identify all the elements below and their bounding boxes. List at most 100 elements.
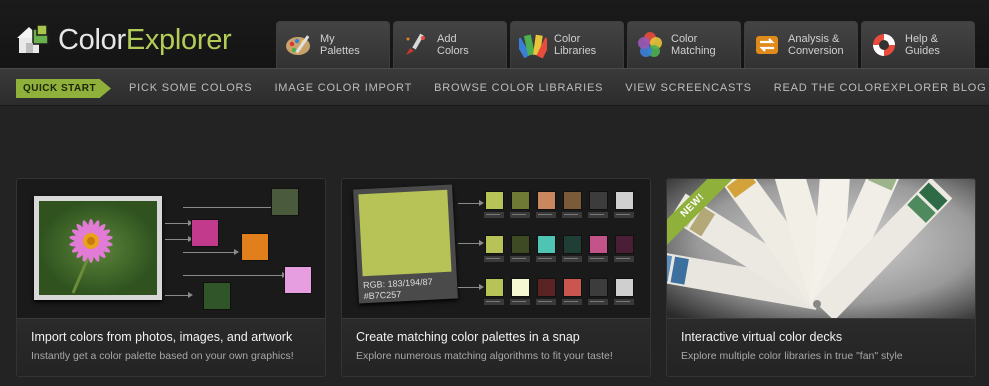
tab-label: Help & Guides bbox=[905, 33, 940, 57]
app-title: ColorExplorer bbox=[58, 23, 232, 57]
palette-chip bbox=[537, 235, 556, 254]
palette-chip-caption bbox=[614, 212, 634, 218]
card-caption: Create matching color palettes in a snap… bbox=[342, 318, 650, 376]
arrow bbox=[458, 240, 484, 246]
palette-chip-caption bbox=[614, 299, 634, 305]
color-swatch bbox=[191, 219, 219, 247]
main-tabs: My Palettes Add Colors Color Libraries C… bbox=[276, 21, 975, 68]
tab-help-guides[interactable]: Help & Guides bbox=[861, 21, 975, 68]
palette-chip-caption bbox=[484, 299, 504, 305]
card-subtitle: Explore numerous matching algorithms to … bbox=[356, 350, 613, 362]
lifebuoy-icon bbox=[870, 31, 898, 59]
link-browse-color-libraries[interactable]: BROWSE COLOR LIBRARIES bbox=[434, 82, 603, 94]
palette-chip bbox=[615, 278, 634, 297]
tab-color-matching[interactable]: Color Matching bbox=[627, 21, 741, 68]
link-pick-some-colors[interactable]: PICK SOME COLORS bbox=[129, 82, 252, 94]
feature-card-matching[interactable]: RGB: 183/194/87 #B7C257 Create matching … bbox=[341, 178, 651, 377]
palette-icon bbox=[285, 31, 313, 59]
palette-chip bbox=[563, 278, 582, 297]
palette-chip-caption bbox=[484, 256, 504, 262]
palette-chip-caption bbox=[562, 256, 582, 262]
arrow bbox=[458, 284, 484, 290]
palette-chip-caption bbox=[562, 212, 582, 218]
palette-chip-caption bbox=[510, 299, 530, 305]
import-illustration bbox=[17, 179, 325, 318]
color-swatch bbox=[241, 233, 269, 261]
tab-analysis-conversion[interactable]: Analysis & Conversion bbox=[744, 21, 858, 68]
subnav-links: PICK SOME COLORS IMAGE COLOR IMPORT BROW… bbox=[129, 82, 987, 94]
card-caption: Interactive virtual color decks Explore … bbox=[667, 318, 975, 376]
card-caption: Import colors from photos, images, and a… bbox=[17, 318, 325, 376]
arrow bbox=[183, 204, 287, 210]
palette-chip-caption bbox=[536, 256, 556, 262]
link-view-screencasts[interactable]: VIEW SCREENCASTS bbox=[625, 82, 751, 94]
tab-label: Analysis & Conversion bbox=[788, 33, 844, 57]
color-swatch bbox=[271, 188, 299, 216]
app-logo[interactable]: ColorExplorer bbox=[16, 20, 232, 60]
color-wheel-icon bbox=[636, 31, 664, 59]
palette-chip-caption bbox=[510, 212, 530, 218]
app-title-color: Color bbox=[58, 23, 126, 56]
tab-label: My Palettes bbox=[320, 33, 360, 57]
card-title: Create matching color palettes in a snap bbox=[356, 330, 580, 344]
palette-chip bbox=[615, 235, 634, 254]
link-image-color-import[interactable]: IMAGE COLOR IMPORT bbox=[274, 82, 412, 94]
color-swatch bbox=[203, 282, 231, 310]
tab-label: Color Libraries bbox=[554, 33, 597, 57]
matching-illustration: RGB: 183/194/87 #B7C257 bbox=[342, 179, 650, 318]
convert-arrows-icon bbox=[753, 31, 781, 59]
palette-chip-caption bbox=[484, 212, 504, 218]
base-color-fill bbox=[358, 189, 452, 277]
arrow bbox=[165, 236, 193, 242]
flower-photo bbox=[34, 196, 162, 300]
color-fan-icon bbox=[514, 31, 552, 59]
palette-chip-caption bbox=[588, 299, 608, 305]
tab-my-palettes[interactable]: My Palettes bbox=[276, 21, 390, 68]
palette-chip bbox=[511, 278, 530, 297]
paintbrush-icon bbox=[402, 31, 430, 59]
feature-card-color-decks[interactable]: NEW! Interactive virtual color decks Exp… bbox=[666, 178, 976, 377]
tab-label: Add Colors bbox=[437, 33, 469, 57]
palette-chip bbox=[537, 191, 556, 210]
palette-chip bbox=[485, 278, 504, 297]
arrow bbox=[165, 220, 193, 226]
arrow bbox=[183, 272, 287, 278]
feature-card-import[interactable]: Import colors from photos, images, and a… bbox=[16, 178, 326, 377]
palette-chip-caption bbox=[614, 256, 634, 262]
palette-chip bbox=[537, 278, 556, 297]
rgb-readout: RGB: 183/194/87 #B7C257 bbox=[362, 276, 433, 302]
palette-chip bbox=[563, 191, 582, 210]
tab-color-libraries[interactable]: Color Libraries bbox=[510, 21, 624, 68]
tab-label: Color Matching bbox=[671, 33, 716, 57]
arrow bbox=[458, 200, 484, 206]
quick-start-bar: QUICK START PICK SOME COLORS IMAGE COLOR… bbox=[0, 68, 989, 106]
card-subtitle: Instantly get a color palette based on y… bbox=[31, 350, 294, 362]
card-title: Import colors from photos, images, and a… bbox=[31, 330, 293, 344]
card-subtitle: Explore multiple color libraries in true… bbox=[681, 350, 903, 362]
palette-chip-caption bbox=[588, 256, 608, 262]
palette-chip-caption bbox=[536, 299, 556, 305]
base-color-card: RGB: 183/194/87 #B7C257 bbox=[353, 184, 458, 304]
top-header: ColorExplorer My Palettes Add Colors Col… bbox=[0, 0, 989, 68]
palette-chip bbox=[511, 235, 530, 254]
color-swatch bbox=[284, 266, 312, 294]
card-title: Interactive virtual color decks bbox=[681, 330, 843, 344]
quick-start-button[interactable]: QUICK START bbox=[16, 79, 111, 98]
app-title-explorer: Explorer bbox=[125, 23, 232, 56]
palette-chip bbox=[511, 191, 530, 210]
palette-chip bbox=[563, 235, 582, 254]
palette-chip-caption bbox=[536, 212, 556, 218]
palette-chip bbox=[485, 191, 504, 210]
palette-chip-caption bbox=[588, 212, 608, 218]
link-colorexplorer-blog[interactable]: READ THE COLOREXPLORER BLOG bbox=[774, 82, 987, 94]
house-swatch-icon bbox=[16, 23, 50, 57]
palette-chip-caption bbox=[562, 299, 582, 305]
color-deck-illustration: NEW! bbox=[667, 179, 975, 318]
color-fan-image bbox=[667, 179, 975, 318]
palette-chip bbox=[485, 235, 504, 254]
palette-chip bbox=[615, 191, 634, 210]
palette-chip-caption bbox=[510, 256, 530, 262]
palette-chip bbox=[589, 191, 608, 210]
tab-add-colors[interactable]: Add Colors bbox=[393, 21, 507, 68]
arrow bbox=[183, 249, 239, 255]
